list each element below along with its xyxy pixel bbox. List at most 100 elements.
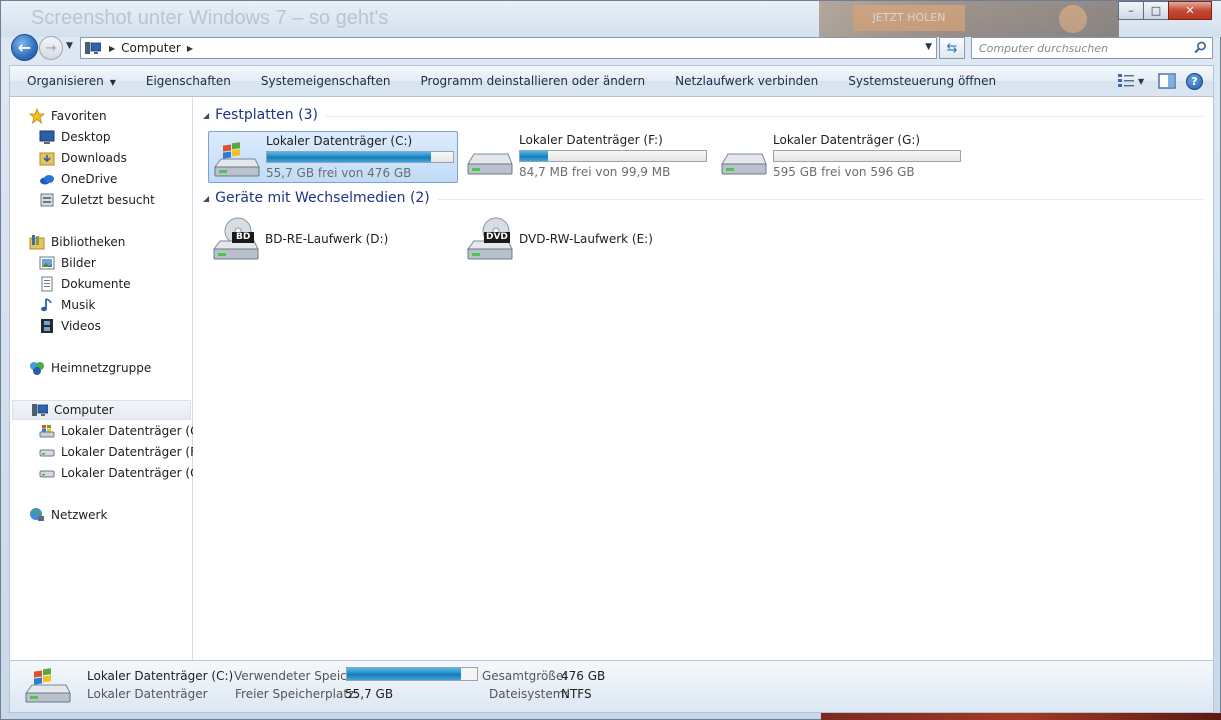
nav-pictures[interactable]: Bilder <box>10 253 192 273</box>
nav-label: Musik <box>61 298 96 312</box>
system-properties-button[interactable]: Systemeigenschaften <box>246 69 406 93</box>
nav-label: Computer <box>54 403 114 417</box>
free-space-value: 55,7 GB <box>345 687 394 701</box>
details-usage-bar-fill <box>347 668 462 680</box>
refresh-icon: ⇆ <box>946 40 958 56</box>
nav-drive-c[interactable]: Lokaler Datenträger (C:) <box>10 421 207 441</box>
nav-music[interactable]: Musik <box>10 295 192 315</box>
drive-name: Lokaler Datenträger (F:) <box>519 133 663 147</box>
search-box[interactable] <box>971 37 1213 59</box>
group-hard-disks[interactable]: ◢ Festplatten (3) <box>203 107 1203 123</box>
group-removable[interactable]: ◢ Geräte mit Wechselmedien (2) <box>203 190 1203 206</box>
content-area[interactable]: ◢ Festplatten (3) Lokaler Datenträger (C… <box>193 97 1214 660</box>
usage-bar-fill <box>267 152 431 162</box>
minimize-button[interactable]: – <box>1118 1 1144 20</box>
open-control-panel-button[interactable]: Systemsteuerung öffnen <box>833 69 1011 93</box>
nav-label: Desktop <box>61 130 111 144</box>
breadcrumb-separator-icon[interactable]: ▶ <box>187 44 193 53</box>
total-size-label: Gesamtgröße: <box>482 669 568 683</box>
title-bar[interactable]: Screenshot unter Windows 7 – so geht's J… <box>1 1 1221 37</box>
collapse-triangle-icon[interactable]: ◢ <box>203 111 209 120</box>
nav-downloads[interactable]: Downloads <box>10 148 192 168</box>
nav-recent[interactable]: Zuletzt besucht <box>10 190 192 210</box>
properties-button[interactable]: Eigenschaften <box>131 69 246 93</box>
back-button[interactable]: ← <box>11 34 38 61</box>
address-dropdown-icon[interactable]: ▼ <box>925 42 932 52</box>
uninstall-program-button[interactable]: Programm deinstallieren oder ändern <box>406 69 661 93</box>
nav-homegroup[interactable]: Heimnetzgruppe <box>10 358 192 378</box>
nav-label: Lokaler Datenträger (G:) <box>61 466 209 480</box>
organize-label: Organisieren <box>27 74 104 88</box>
explorer-window: Screenshot unter Windows 7 – so geht's J… <box>0 0 1221 720</box>
search-input[interactable] <box>972 38 1182 58</box>
cloud-icon <box>40 175 54 185</box>
filesystem-label: Dateisystem: <box>489 687 569 701</box>
group-divider <box>437 198 1203 200</box>
nav-onedrive[interactable]: OneDrive <box>10 169 192 189</box>
pictures-icon <box>39 256 55 270</box>
nav-label: Downloads <box>61 151 127 165</box>
change-view-button[interactable]: ▼ <box>1118 71 1148 91</box>
ad-button: JETZT HOLEN <box>853 5 965 31</box>
drive-tile-f[interactable]: Lokaler Datenträger (F:) 84,7 MB frei vo… <box>462 131 712 183</box>
drive-tile-g[interactable]: Lokaler Datenträger (G:) 595 GB frei von… <box>716 131 966 183</box>
drive-name: Lokaler Datenträger (C:) <box>266 134 413 148</box>
drive-tile-e[interactable]: DVD DVD-RW-Laufwerk (E:) <box>462 215 712 267</box>
drive-name: Lokaler Datenträger (G:) <box>773 133 921 147</box>
preview-pane-icon[interactable] <box>1158 72 1176 90</box>
windows-drive-icon <box>39 425 55 438</box>
chevron-down-icon: ▼ <box>109 78 116 87</box>
drive-free-space: 595 GB frei von 596 GB <box>773 165 915 179</box>
nav-label: Favoriten <box>51 109 107 123</box>
desktop-icon <box>39 130 55 144</box>
navigation-pane[interactable]: Favoriten Desktop Downloads OneDrive Zul… <box>9 97 208 660</box>
nav-computer[interactable]: Computer <box>12 400 191 420</box>
close-button[interactable]: ✕ <box>1168 1 1212 20</box>
map-network-drive-button[interactable]: Netzlaufwerk verbinden <box>660 69 833 93</box>
drive-name: DVD-RW-Laufwerk (E:) <box>519 232 653 246</box>
nav-drive-f[interactable]: Lokaler Datenträger (F:) <box>10 442 205 462</box>
group-title: Geräte mit Wechselmedien (2) <box>215 190 430 206</box>
usage-bar-fill <box>520 151 548 161</box>
refresh-button[interactable]: ⇆ <box>939 37 965 59</box>
chevron-down-icon[interactable]: ▼ <box>1138 77 1144 86</box>
drive-free-space: 55,7 GB frei von 476 GB <box>266 166 412 180</box>
nav-label: Heimnetzgruppe <box>51 361 152 375</box>
disc-badge: DVD <box>486 232 508 242</box>
nav-documents[interactable]: Dokumente <box>10 274 192 294</box>
filesystem-value: NTFS <box>561 687 592 701</box>
address-bar[interactable]: ▶ Computer ▶ ▼ <box>80 37 937 59</box>
maximize-button[interactable]: □ <box>1143 1 1169 20</box>
breadcrumb-computer[interactable]: Computer <box>121 41 181 55</box>
nav-videos[interactable]: Videos <box>10 316 192 336</box>
drive-tile-d[interactable]: BD BD-RE-Laufwerk (D:) <box>208 215 458 267</box>
nav-drive-g[interactable]: Lokaler Datenträger (G:) <box>10 463 208 483</box>
arrow-right-icon: → <box>45 40 57 56</box>
help-button[interactable]: ? <box>1186 72 1203 90</box>
view-list-icon <box>1118 74 1134 87</box>
usage-bar <box>773 150 961 162</box>
forward-button[interactable]: → <box>39 36 63 60</box>
breadcrumb-separator-icon[interactable]: ▶ <box>109 44 115 53</box>
music-note-icon <box>41 298 52 312</box>
background-page-title: Screenshot unter Windows 7 – so geht's <box>31 7 389 29</box>
total-size-value: 476 GB <box>561 669 606 683</box>
search-icon[interactable] <box>1194 41 1207 54</box>
windows-drive-icon <box>25 668 71 703</box>
nav-desktop[interactable]: Desktop <box>10 127 192 147</box>
drive-name: BD-RE-Laufwerk (D:) <box>265 232 389 246</box>
collapse-triangle-icon[interactable]: ◢ <box>203 194 209 203</box>
drive-tile-c[interactable]: Lokaler Datenträger (C:) 55,7 GB frei vo… <box>208 131 458 183</box>
nav-network[interactable]: Netzwerk <box>10 505 192 525</box>
recent-pages-dropdown[interactable]: ▼ <box>66 41 73 51</box>
drive-icon <box>721 153 767 175</box>
nav-libraries[interactable]: Bibliotheken <box>10 232 192 252</box>
film-icon <box>41 319 53 333</box>
caption-buttons: – □ ✕ <box>1118 1 1212 20</box>
organize-menu[interactable]: Organisieren ▼ <box>10 69 131 93</box>
usage-bar <box>519 150 707 162</box>
nav-favorites[interactable]: Favoriten <box>10 106 192 126</box>
details-pane: Lokaler Datenträger (C:) Lokaler Datentr… <box>9 660 1214 713</box>
details-drive-name: Lokaler Datenträger (C:) <box>87 669 234 683</box>
ad-logo <box>1059 5 1087 33</box>
